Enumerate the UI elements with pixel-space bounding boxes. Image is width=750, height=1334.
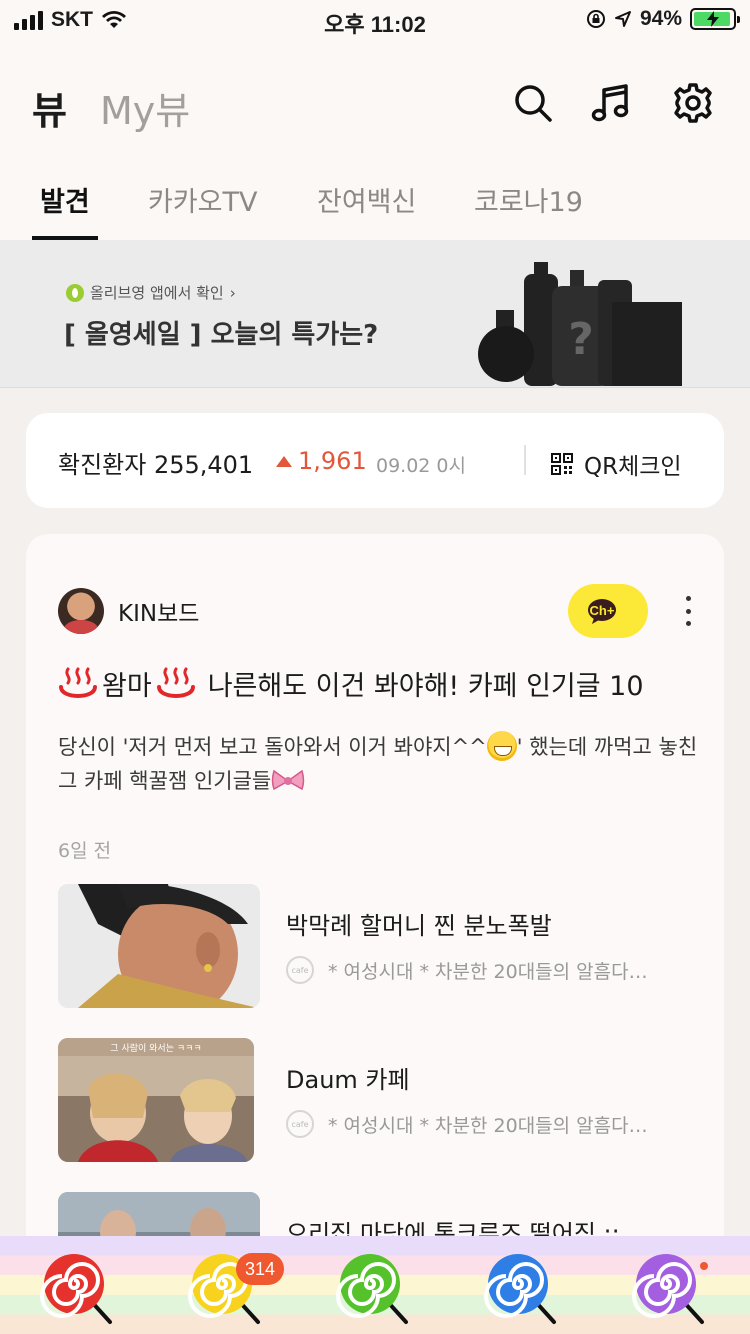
item-source: cafe * 여성시대 * 차분한 20대들의 알흠다… [286,956,648,984]
banner-small-text: 올리브영 앱에서 확인 › [66,282,236,303]
covid-date: 09.02 0시 [376,455,467,477]
ad-banner[interactable]: 올리브영 앱에서 확인 › [ 올영세일 ] 오늘의 특가는? ? [0,240,750,388]
author-name[interactable]: KIN보드 [118,594,199,628]
orientation-lock-icon [586,10,605,28]
item-source-text: * 여성시대 * 차분한 20대들의 알흠다… [328,960,648,983]
banner-source: 올리브영 앱에서 확인 [90,284,224,302]
oliveyoung-logo-icon [66,283,84,302]
qr-checkin-button[interactable]: QR체크인 [550,447,682,481]
qr-checkin-label: QR체크인 [584,454,682,480]
location-icon [614,11,631,27]
list-item[interactable]: 그 사람이 와서는 ㅋㅋㅋ Daum 카페 cafe * 여성시대 * 차분한 … [58,1038,698,1163]
card-title[interactable]: 왐마 나른해도 이건 봐야해! 카페 인기글 10 [58,664,644,703]
author-row[interactable]: KIN보드 [58,588,199,634]
search-icon[interactable] [512,82,554,124]
status-bar: SKT 오후 11:02 94% [0,0,750,42]
card-title-word: 왐마 [102,671,152,702]
covid-increase-value: 1,961 [298,447,367,475]
battery-percent: 94% [639,7,682,30]
covid-confirmed: 확진환자 255,401 [58,451,254,479]
divider [524,445,526,475]
status-right: 94% [586,7,740,31]
item-source: cafe * 여성시대 * 차분한 20대들의 알흠다… [286,1110,648,1138]
hot-springs-icon [156,667,195,698]
my-view-tab[interactable]: My뷰 [100,80,190,135]
lollipop-blue-icon[interactable] [484,1250,560,1326]
covid-stats-card[interactable]: 확진환자 255,401 1,961 09.02 0시 QR체크인 [26,413,724,508]
more-options-icon[interactable] [678,596,698,626]
ribbon-emoji-icon [271,769,305,791]
list-item[interactable]: 박막례 할머니 찐 분노폭발 cafe * 여성시대 * 차분한 20대들의 알… [58,884,698,1009]
card-title-text: 나른해도 이건 봐야해! 카페 인기글 10 [207,671,644,702]
tab-bar: 발견 카카오TV 잔여백신 코로나19 [0,172,750,240]
battery-icon [690,8,740,30]
chevron-right-icon: › [229,283,236,302]
cafe-icon: cafe [286,956,314,984]
banner-title: [ 올영세일 ] 오늘의 특가는? [64,320,379,350]
avatar[interactable] [58,588,104,634]
posted-time: 6일 전 [58,840,112,862]
notification-badge: 314 [236,1253,284,1285]
bottom-tab-bar: 314 [0,1236,750,1334]
thumbnail[interactable]: 그 사람이 와서는 ㅋㅋㅋ [58,1038,254,1162]
hot-springs-icon [59,667,97,698]
page-title[interactable]: 뷰 [32,80,67,135]
tab-kakaotv[interactable]: 카카오TV [148,180,257,240]
music-icon[interactable] [590,82,632,124]
qr-code-icon [551,453,573,475]
products-silhouette-icon: ? [478,262,682,386]
item-source-text: * 여성시대 * 차분한 20대들의 알흠다… [328,1114,648,1137]
content-card[interactable]: KIN보드 Ch+ 왐마 나른해도 이건 봐야해! 카페 인기글 10 당신이 … [26,534,724,1314]
lollipop-green-icon[interactable] [336,1250,412,1326]
grinning-emoji-icon [486,731,517,761]
tab-covid19[interactable]: 코로나19 [474,180,583,240]
lollipop-red-icon[interactable] [40,1250,116,1326]
svg-text:?: ? [568,314,594,365]
tab-vaccine[interactable]: 잔여백신 [317,180,416,240]
card-description[interactable]: 당신이 '저거 먼저 보고 돌아와서 이거 봐야지^^ ' 했는데 까먹고 놓친 … [58,730,698,798]
cafe-icon: cafe [286,1110,314,1138]
svg-text:Ch+: Ch+ [590,603,615,618]
channel-add-button[interactable]: Ch+ [568,584,648,638]
arrow-up-icon [276,455,292,467]
app-header: 뷰 My뷰 발견 카카오TV 잔여백신 코로나19 [0,42,750,240]
desc-text: 당신이 '저거 먼저 보고 돌아와서 이거 봐야지^^ [58,735,487,759]
item-title[interactable]: Daum 카페 [286,1060,410,1095]
svg-text:그 사람이 와서는 ㅋㅋㅋ: 그 사람이 와서는 ㅋㅋㅋ [110,1042,201,1054]
tab-discover[interactable]: 발견 [32,180,98,240]
thumbnail[interactable] [58,884,260,1008]
settings-icon[interactable] [672,82,714,124]
lollipop-purple-icon[interactable] [632,1250,708,1326]
channel-plus-icon: Ch+ [588,599,616,624]
item-title[interactable]: 박막례 할머니 찐 분노폭발 [286,906,552,941]
notification-dot [700,1262,708,1270]
covid-increase: 1,961 [276,447,367,475]
